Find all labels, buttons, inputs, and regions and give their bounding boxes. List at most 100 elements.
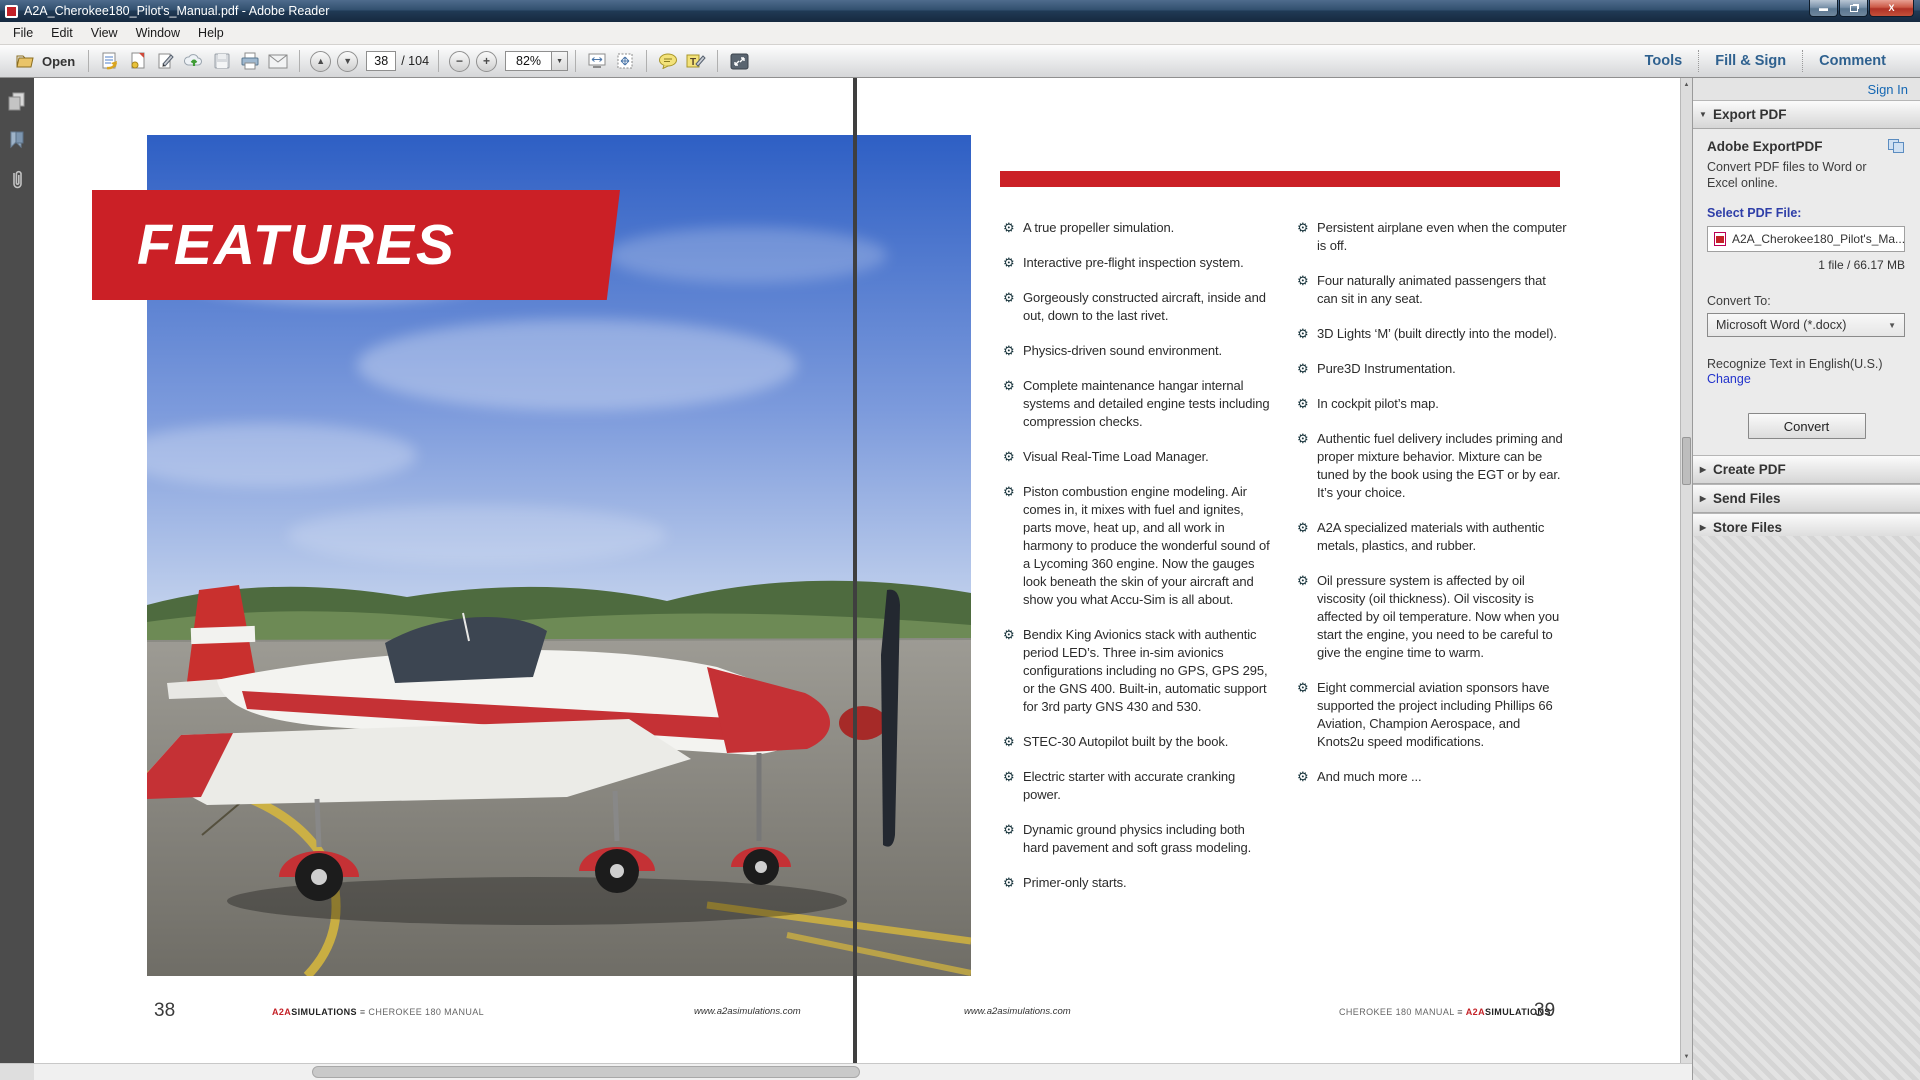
feature-text: Electric starter with accurate cranking … — [1023, 768, 1271, 804]
left-footer-url: www.a2asimulations.com — [694, 1006, 801, 1017]
horizontal-scrollbar-thumb[interactable] — [312, 1066, 860, 1078]
bookmarks-icon[interactable] — [7, 130, 27, 150]
features-column-2: ⚙Persistent airplane even when the compu… — [1297, 219, 1569, 803]
zoom-out-button[interactable]: − — [449, 51, 470, 72]
export-pdf-header[interactable]: ▼ Export PDF — [1693, 100, 1920, 129]
change-link[interactable]: Change — [1707, 372, 1751, 386]
toolbar-divider — [299, 50, 300, 72]
attachments-icon[interactable] — [7, 170, 27, 190]
page-footers: 38 A2ASIMULATIONS ≡ CHEROKEE 180 MANUAL … — [34, 1000, 1680, 1030]
save-icon[interactable] — [211, 50, 233, 72]
chevron-right-icon: ▶ — [1693, 465, 1713, 474]
sign-in-row: Sign In — [1693, 78, 1920, 100]
feature-text: In cockpit pilot’s map. — [1317, 395, 1569, 413]
open-button[interactable]: Open — [10, 51, 81, 71]
feature-item: ⚙Gorgeously constructed aircraft, inside… — [1003, 289, 1271, 325]
feature-text: Pure3D Instrumentation. — [1317, 360, 1569, 378]
feature-text: And much more ... — [1317, 768, 1569, 786]
menu-window[interactable]: Window — [127, 23, 189, 43]
page-number-input[interactable]: 38 — [366, 51, 396, 71]
horizontal-scrollbar[interactable] — [0, 1063, 1692, 1080]
feature-item: ⚙Visual Real-Time Load Manager. — [1003, 448, 1271, 466]
fill-sign-button[interactable]: Fill & Sign — [1699, 49, 1802, 73]
feature-text: STEC-30 Autopilot built by the book. — [1023, 733, 1271, 751]
scroll-down-arrow[interactable]: ▼ — [1681, 1050, 1692, 1063]
feature-text: Interactive pre-flight inspection system… — [1023, 254, 1271, 272]
feature-text: Visual Real-Time Load Manager. — [1023, 448, 1271, 466]
feature-item: ⚙A true propeller simulation. — [1003, 219, 1271, 237]
fullscreen-icon[interactable] — [728, 50, 750, 72]
share-file-icon[interactable] — [99, 50, 121, 72]
toolbar: Open ▲ ▼ 38 / 104 − + 82% ▼ — [0, 45, 1920, 78]
email-icon[interactable] — [267, 50, 289, 72]
menu-edit[interactable]: Edit — [42, 23, 82, 43]
page-thumbnails-icon[interactable] — [7, 92, 27, 112]
menu-file[interactable]: File — [4, 23, 42, 43]
recognize-text-label: Recognize Text in English(U.S.) — [1707, 357, 1906, 372]
chevron-down-icon: ▼ — [1693, 110, 1713, 119]
feature-item: ⚙Four naturally animated passengers that… — [1297, 272, 1569, 308]
format-selected-value: Microsoft Word (*.docx) — [1716, 318, 1846, 332]
gear-bullet-icon: ⚙ — [1297, 768, 1317, 786]
tools-button[interactable]: Tools — [1629, 49, 1699, 73]
export-pdf-body: Adobe ExportPDF Convert PDF files to Wor… — [1693, 129, 1920, 439]
minimize-button[interactable]: ▬ — [1809, 0, 1838, 17]
fit-width-icon[interactable] — [586, 50, 608, 72]
previous-page-button[interactable]: ▲ — [310, 51, 331, 72]
feature-text: Gorgeously constructed aircraft, inside … — [1023, 289, 1271, 325]
comment-bubble-icon[interactable] — [657, 50, 679, 72]
feature-item: ⚙A2A specialized materials with authenti… — [1297, 519, 1569, 555]
features-column-1: ⚙A true propeller simulation.⚙Interactiv… — [1003, 219, 1271, 909]
gear-bullet-icon: ⚙ — [1297, 360, 1317, 378]
menu-help[interactable]: Help — [189, 23, 233, 43]
feature-text: Complete maintenance hangar internal sys… — [1023, 377, 1271, 431]
print-icon[interactable] — [239, 50, 261, 72]
feature-text: Bendix King Avionics stack with authenti… — [1023, 626, 1271, 716]
scroll-up-arrow[interactable]: ▲ — [1681, 78, 1692, 91]
gear-bullet-icon: ⚙ — [1003, 377, 1023, 431]
zoom-in-button[interactable]: + — [476, 51, 497, 72]
comment-button[interactable]: Comment — [1803, 49, 1902, 73]
next-page-button[interactable]: ▼ — [337, 51, 358, 72]
menu-view[interactable]: View — [82, 23, 127, 43]
gear-bullet-icon: ⚙ — [1003, 219, 1023, 237]
create-pdf-icon[interactable] — [127, 50, 149, 72]
convert-button[interactable]: Convert — [1748, 413, 1866, 439]
scrollbar-corner — [0, 1064, 34, 1080]
toolbar-divider — [646, 50, 647, 72]
gear-bullet-icon: ⚙ — [1297, 395, 1317, 413]
zoom-level-input[interactable]: 82% — [505, 51, 551, 71]
selected-file-name: A2A_Cherokee180_Pilot's_Ma... — [1732, 232, 1905, 246]
selected-file-box[interactable]: A2A_Cherokee180_Pilot's_Ma... — [1707, 226, 1905, 252]
feature-item: ⚙Complete maintenance hangar internal sy… — [1003, 377, 1271, 431]
create-pdf-section[interactable]: ▶ Create PDF — [1693, 455, 1920, 484]
send-files-section[interactable]: ▶ Send Files — [1693, 484, 1920, 513]
restore-button[interactable] — [1839, 0, 1868, 17]
feature-text: Authentic fuel delivery includes priming… — [1317, 430, 1569, 502]
pdf-page-view[interactable]: FEATURES ⚙A true propeller simulation.⚙I… — [34, 78, 1680, 1063]
format-dropdown[interactable]: Microsoft Word (*.docx) ▼ — [1707, 313, 1905, 337]
select-pdf-label: Select PDF File: — [1707, 206, 1906, 220]
gear-bullet-icon: ⚙ — [1003, 733, 1023, 751]
gear-bullet-icon: ⚙ — [1297, 430, 1317, 502]
vertical-scrollbar-thumb[interactable] — [1682, 437, 1691, 485]
close-button[interactable]: X — [1869, 0, 1914, 17]
feature-item: ⚙Authentic fuel delivery includes primin… — [1297, 430, 1569, 502]
sign-pen-icon[interactable] — [155, 50, 177, 72]
text-annotation-icon[interactable]: T — [685, 50, 707, 72]
vertical-scrollbar[interactable]: ▲ ▼ — [1680, 78, 1692, 1063]
sign-in-link[interactable]: Sign In — [1868, 82, 1908, 97]
adobe-reader-window: A2A_Cherokee180_Pilot's_Manual.pdf - Ado… — [0, 0, 1920, 1080]
panel-empty-area — [1693, 536, 1920, 1080]
gear-bullet-icon: ⚙ — [1003, 289, 1023, 325]
send-cloud-icon[interactable] — [183, 50, 205, 72]
right-footer-url: www.a2asimulations.com — [964, 1006, 1071, 1017]
open-folder-icon — [16, 53, 36, 69]
feature-item: ⚙Persistent airplane even when the compu… — [1297, 219, 1569, 255]
feature-text: Oil pressure system is affected by oil v… — [1317, 572, 1569, 662]
pdf-app-icon — [5, 5, 18, 18]
title-bar[interactable]: A2A_Cherokee180_Pilot's_Manual.pdf - Ado… — [0, 0, 1920, 22]
fit-page-icon[interactable] — [614, 50, 636, 72]
feature-item: ⚙Dynamic ground physics including both h… — [1003, 821, 1271, 857]
zoom-dropdown-button[interactable]: ▼ — [551, 51, 568, 71]
